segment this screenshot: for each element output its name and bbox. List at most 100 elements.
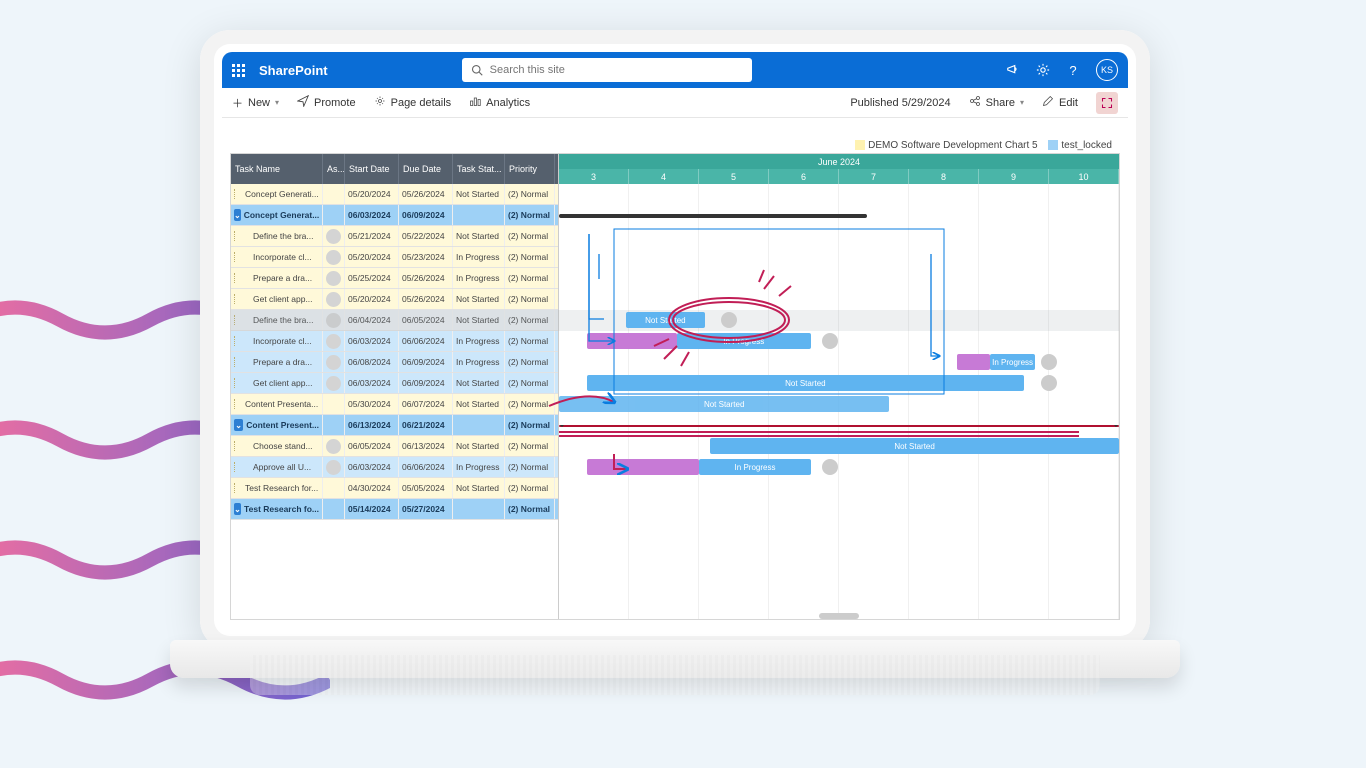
task-row[interactable]: Get client app...05/20/202405/26/2024Not… [231,289,558,310]
user-avatar[interactable]: KS [1096,59,1118,81]
task-bar-progress[interactable] [587,459,699,475]
assignee-cell [323,331,345,351]
cell-due: 05/26/2024 [399,268,453,288]
chevron-down-icon: ▾ [1020,98,1024,107]
summary-bar[interactable] [559,214,867,218]
search-input[interactable] [490,64,744,76]
task-name: Concept Generati... [234,189,319,199]
task-row[interactable]: Define the bra...05/21/202405/22/2024Not… [231,226,558,247]
collapse-button[interactable] [1096,92,1118,114]
timeline-day: 9 [979,169,1049,184]
task-bar[interactable]: Not Started [710,438,1119,454]
cell-stat: Not Started [453,289,505,309]
new-button[interactable]: ＋New▾ [232,95,279,111]
app-brand: SharePoint [259,63,328,78]
avatar-icon [326,376,341,391]
expand-toggle[interactable]: ⌄ [234,419,243,431]
cell-start: 06/13/2024 [345,415,399,435]
col-task[interactable]: Task Name [231,154,323,184]
cell-pri: (2) Normal [505,373,555,393]
cell-pri: (2) Normal [505,289,555,309]
task-row[interactable]: Incorporate cl...06/03/202406/06/2024In … [231,331,558,352]
help-icon[interactable]: ? [1066,63,1080,77]
task-bar[interactable]: Not Started [626,312,704,328]
task-row[interactable]: Concept Generati...05/20/202405/26/2024N… [231,184,558,205]
share-button[interactable]: Share▾ [969,95,1024,110]
cell-pri: (2) Normal [505,499,555,519]
cell-due: 06/07/2024 [399,394,453,414]
task-row[interactable]: Prepare a dra...05/25/202405/26/2024In P… [231,268,558,289]
task-name: Get client app... [234,294,313,304]
summary-bar[interactable] [559,425,1119,427]
task-bar[interactable]: In Progress [990,354,1035,370]
task-bar[interactable]: In Progress [699,459,811,475]
cell-start: 06/05/2024 [345,436,399,456]
col-status[interactable]: Task Stat... [453,154,505,184]
task-name: Prepare a dra... [234,273,312,283]
gantt-row: In Progress [559,352,1119,373]
task-row[interactable]: ⌄Test Research fo...05/14/202405/27/2024… [231,499,558,520]
task-row[interactable]: ⌄Content Present...06/13/202406/21/2024(… [231,415,558,436]
col-assignee[interactable]: As... [323,154,345,184]
cell-stat: Not Started [453,478,505,498]
task-row[interactable]: Incorporate cl...05/20/202405/23/2024In … [231,247,558,268]
gantt-row: In Progress [559,457,1119,478]
task-name: Test Research for... [234,483,318,493]
assignee-cell [323,184,345,204]
laptop-keyboard [250,655,1100,695]
command-bar: ＋New▾ Promote Page details Analytics Pub… [222,88,1128,118]
cell-stat [453,499,505,519]
task-row[interactable]: Content Presenta...05/30/202406/07/2024N… [231,394,558,415]
gantt-row [559,478,1119,499]
task-name: Test Research fo... [244,504,319,514]
task-name: Incorporate cl... [234,336,312,346]
megaphone-icon[interactable] [1006,63,1020,77]
chevron-down-icon: ▾ [275,98,279,107]
task-bar[interactable]: Not Started [559,396,889,412]
expand-toggle[interactable]: ⌄ [234,503,241,515]
settings-icon[interactable] [1036,63,1050,77]
avatar-icon [326,229,341,244]
laptop-frame: SharePoint ? KS ＋New▾ Promote Page detai… [200,30,1150,650]
gantt-canvas[interactable]: Not Started In Progress In Progress Not Sta… [559,184,1119,619]
horizontal-scrollbar[interactable] [819,613,859,619]
cell-pri: (2) Normal [505,184,555,204]
app-launcher-icon[interactable] [232,64,245,77]
task-row[interactable]: Get client app...06/03/202406/09/2024Not… [231,373,558,394]
task-row[interactable]: Test Research for...04/30/202405/05/2024… [231,478,558,499]
task-row[interactable]: Approve all U...06/03/202406/06/2024In P… [231,457,558,478]
search-box[interactable] [462,58,752,82]
cell-pri: (2) Normal [505,352,555,372]
cell-pri: (2) Normal [505,247,555,267]
task-bar-progress[interactable] [587,333,677,349]
col-start[interactable]: Start Date [345,154,399,184]
gantt-row: Not Started [559,373,1119,394]
task-row[interactable]: Prepare a dra...06/08/202406/09/2024In P… [231,352,558,373]
assignee-cell [323,373,345,393]
cell-pri: (2) Normal [505,457,555,477]
cell-start: 06/03/2024 [345,205,399,225]
cell-due: 06/06/2024 [399,457,453,477]
col-priority[interactable]: Priority [505,154,555,184]
task-name: Choose stand... [234,441,313,451]
task-bar[interactable]: Not Started [587,375,1024,391]
task-bar-progress[interactable] [957,354,991,370]
task-name: Concept Generat... [244,210,320,220]
task-row[interactable]: ⌄Concept Generat...06/03/202406/09/2024(… [231,205,558,226]
gantt-row: Not Started [559,394,1119,415]
task-bar[interactable]: In Progress [677,333,811,349]
gantt-row [559,226,1119,247]
analytics-button[interactable]: Analytics [469,95,530,110]
avatar-icon [326,355,341,370]
promote-button[interactable]: Promote [297,95,356,110]
gantt-row: Not Started [559,436,1119,457]
page-details-button[interactable]: Page details [374,95,452,110]
expand-toggle[interactable]: ⌄ [234,209,241,221]
task-row[interactable]: Choose stand...06/05/202406/13/2024Not S… [231,436,558,457]
col-due[interactable]: Due Date [399,154,453,184]
gantt-row [559,205,1119,226]
timeline-day: 4 [629,169,699,184]
cell-start: 06/03/2024 [345,457,399,477]
edit-button[interactable]: Edit [1042,95,1078,110]
cell-start: 06/08/2024 [345,352,399,372]
